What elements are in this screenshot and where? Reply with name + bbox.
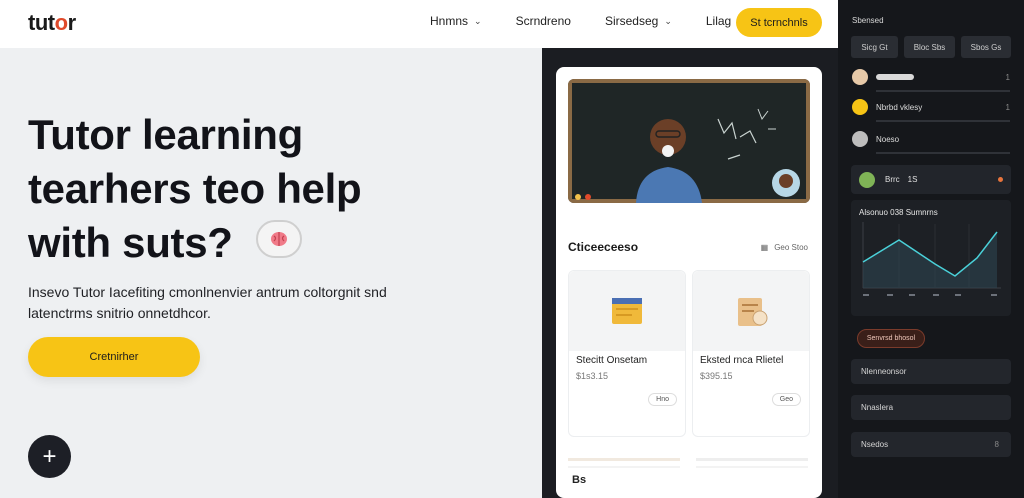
section-meta-label: Geo Stoo <box>774 243 808 252</box>
section-meta[interactable]: ▦ Geo Stoo <box>761 243 808 252</box>
featured-item[interactable]: Brrc 1S <box>851 165 1011 194</box>
filter-chip[interactable]: Sbos Gs <box>961 36 1011 58</box>
course-price: $395.15 <box>700 371 733 381</box>
chevron-down-icon: ⌄ <box>474 15 482 26</box>
hero-title: Tutor learning tearhers teo help with su… <box>28 111 362 266</box>
status-pill[interactable]: Senvrsd bhosol <box>857 329 925 348</box>
sidebar-item-label: Nnaslera <box>861 403 894 412</box>
name-placeholder <box>876 74 914 80</box>
avatar <box>852 99 868 115</box>
stats-chart: Alsonuo 038 Sumnrns <box>851 200 1011 316</box>
book-icon <box>569 271 685 351</box>
sidebar-item[interactable]: Nnaslera <box>851 395 1011 420</box>
course-title: Stecitt Onsetam <box>576 355 648 366</box>
list-item[interactable]: 1 <box>852 66 1010 92</box>
filter-chip[interactable]: Sicg Gt <box>851 36 898 58</box>
filter-chip[interactable]: Bloc Sbs <box>904 36 955 58</box>
divider <box>876 152 1010 154</box>
course-tag[interactable]: Geo <box>771 393 801 406</box>
hero-subtitle: Insevo Tutor Iacefiting cmonlnenvier ant… <box>28 284 387 321</box>
nav-item-label: Lilag <box>705 14 732 28</box>
section-title: Cticeeceeso <box>568 240 639 254</box>
course-preview-card: Cticeeceeso ▦ Geo Stoo Stecitt Onsetam $… <box>556 67 822 498</box>
nav-item-label: Hnmns <box>430 14 469 28</box>
chevron-down-icon: ⌄ <box>664 15 672 26</box>
course-card-2[interactable]: Eksted rnca Rlietel $395.15 Geo <box>692 270 810 437</box>
featured-value: 1S <box>907 175 918 184</box>
nav-item-second[interactable]: Scrndreno <box>516 14 571 28</box>
sidebar-item-count: 8 <box>994 440 999 449</box>
sidebar-item[interactable]: Nlenneonsor <box>851 359 1011 384</box>
course-price: $1s3.15 <box>576 371 609 381</box>
list-item-label: Noeso <box>876 134 900 144</box>
logo[interactable]: tutor <box>28 10 76 36</box>
divider <box>876 90 1010 92</box>
avatar <box>852 131 868 147</box>
divider <box>876 120 1010 122</box>
panel-title: Sbensed <box>852 16 884 25</box>
grid-icon: ▦ <box>760 243 769 252</box>
list-item-count: 1 <box>1005 72 1010 82</box>
status-dot <box>998 177 1003 182</box>
main-nav: Hnmns ⌄ Scrndreno Sirsedseg ⌄ Lilag ⌄ <box>430 14 779 28</box>
brain-icon <box>256 220 302 258</box>
video-player[interactable] <box>568 79 810 203</box>
tutor-video-thumbnail <box>568 79 810 203</box>
line-chart <box>862 222 1001 296</box>
featured-label: Brrc <box>885 175 900 184</box>
avatar <box>852 69 868 85</box>
sidebar-item-label: Nsedos <box>861 440 889 449</box>
top-navbar: tutor Hnmns ⌄ Scrndreno Sirsedseg ⌄ Lila… <box>0 0 838 48</box>
sidebar-item[interactable]: Nsedos 8 <box>851 432 1011 457</box>
course-tag[interactable]: Hno <box>648 393 677 406</box>
list-item[interactable]: Nbrbd vklesy 1 <box>852 96 1010 122</box>
avatar <box>859 171 875 188</box>
list-item-count: 1 <box>1005 102 1010 112</box>
list-divider <box>568 458 810 490</box>
nav-item-label: Sirsedseg <box>604 14 659 28</box>
nav-item-home[interactable]: Hnmns ⌄ <box>430 14 482 28</box>
list-item-label: Nbrbd vklesy <box>876 102 923 112</box>
get-started-button[interactable]: St tcrnchnls <box>736 8 822 37</box>
hero-cta-button[interactable]: Cretnirher <box>28 337 200 377</box>
sidebar-item-label: Nlenneonsor <box>861 367 907 376</box>
nav-item-label: Scrndreno <box>515 14 571 28</box>
nav-item-third[interactable]: Sirsedseg ⌄ <box>605 14 672 28</box>
plus-icon[interactable]: + <box>28 435 71 478</box>
list-item[interactable]: Noeso <box>852 128 1010 154</box>
clipboard-icon <box>693 271 809 351</box>
course-card-1[interactable]: Stecitt Onsetam $1s3.15 Hno <box>568 270 686 437</box>
bottom-label: Bs <box>572 474 587 486</box>
course-title: Eksted rnca Rlietel <box>700 355 784 366</box>
